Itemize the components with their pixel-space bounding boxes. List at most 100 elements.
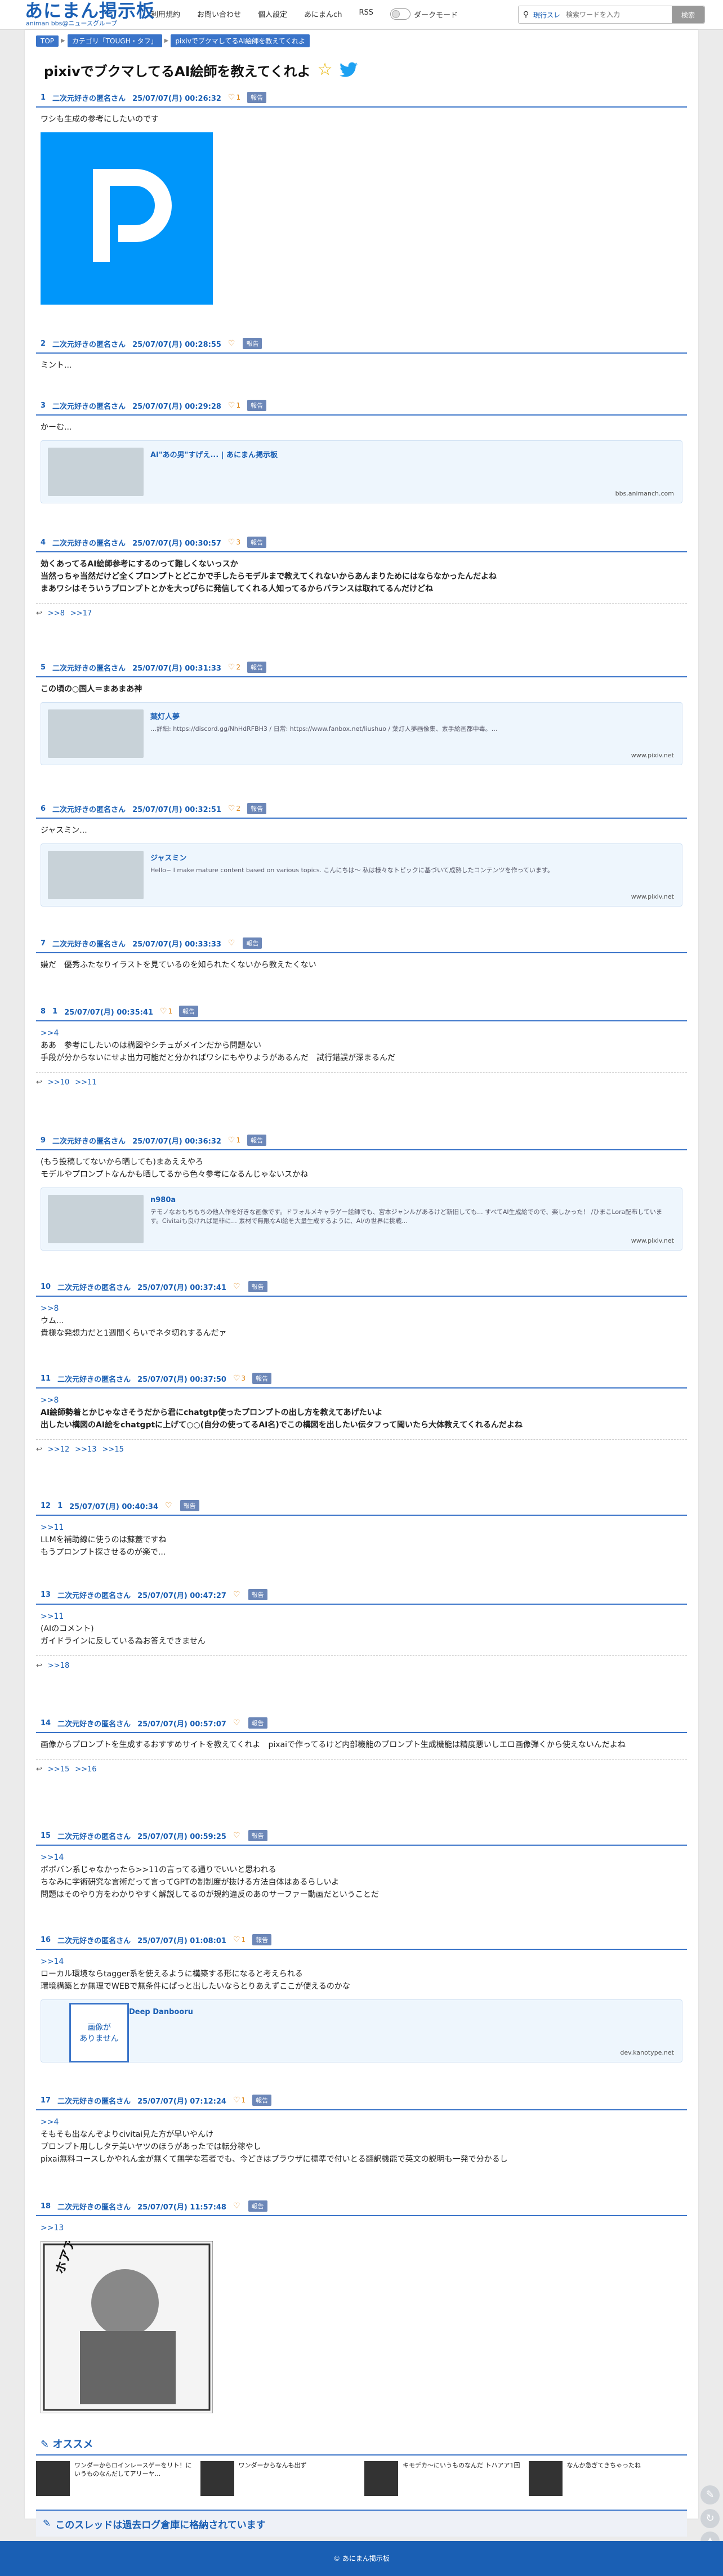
reply-anchor-link[interactable]: >>14 bbox=[41, 1851, 682, 1864]
favorite-star-icon[interactable]: ☆ bbox=[318, 61, 333, 78]
link-title[interactable]: ジャスミン bbox=[150, 852, 673, 863]
report-button[interactable]: 報告 bbox=[179, 1006, 199, 1017]
report-button[interactable]: 報告 bbox=[180, 1500, 199, 1511]
reply-anchor-link[interactable]: >>14 bbox=[41, 1956, 682, 1968]
like-button[interactable]: ♡ 3 bbox=[228, 538, 240, 547]
link-title[interactable]: AI"あの男"すげえ... | あにまん掲示板 bbox=[150, 449, 673, 459]
reply-link[interactable]: >>11 bbox=[75, 1078, 96, 1087]
post-image[interactable] bbox=[41, 132, 682, 307]
reply-link[interactable]: >>17 bbox=[70, 609, 92, 618]
refresh-floating-icon[interactable]: ↻ bbox=[700, 2509, 720, 2528]
like-button[interactable]: ♡ bbox=[165, 1501, 173, 1510]
reply-anchor-link[interactable]: >>8 bbox=[41, 1394, 682, 1407]
post-number[interactable]: 12 bbox=[41, 1502, 51, 1510]
search-button[interactable]: 検索 bbox=[672, 6, 704, 23]
post-number[interactable]: 14 bbox=[41, 1719, 51, 1727]
recommend-item[interactable]: キモデカ〜にいうものなんだ トハアア1回 bbox=[364, 2461, 523, 2496]
like-button[interactable]: ♡ bbox=[233, 1590, 242, 1599]
post-number[interactable]: 5 bbox=[41, 663, 46, 672]
report-button[interactable]: 報告 bbox=[243, 937, 262, 949]
like-button[interactable]: ♡ 3 bbox=[233, 1374, 246, 1383]
link-preview-card[interactable]: AI"あの男"すげえ... | あにまん掲示板 bbs.animanch.com bbox=[41, 440, 682, 503]
report-button[interactable]: 報告 bbox=[248, 2200, 267, 2212]
post-number[interactable]: 16 bbox=[41, 1936, 51, 1944]
reply-link[interactable]: >>13 bbox=[75, 1445, 96, 1454]
link-preview-card[interactable]: 葉灯人夢 …詳細: https://discord.gg/NhHdRFBH3 / … bbox=[41, 702, 682, 765]
link-preview-card[interactable]: 画像が ありません Deep Danbooru dev.kanotype.net bbox=[41, 1999, 682, 2062]
reply-anchor-link[interactable]: >>11 bbox=[41, 1521, 682, 1534]
post-number[interactable]: 3 bbox=[41, 401, 46, 410]
like-button[interactable]: ♡ bbox=[233, 1831, 242, 1840]
report-button[interactable]: 報告 bbox=[248, 1589, 267, 1600]
like-button[interactable]: ♡ bbox=[228, 939, 236, 948]
breadcrumb-top[interactable]: TOP bbox=[36, 35, 59, 47]
recommend-item[interactable]: なんか急ぎてきちゃったね bbox=[528, 2461, 688, 2496]
link-preview-card[interactable]: n980a テモノなおもちもちの他人作を好きな画像です。ドフォルメキャラゲー絵師で… bbox=[41, 1187, 682, 1251]
like-button[interactable]: ♡ bbox=[233, 1718, 242, 1727]
reply-link[interactable]: >>8 bbox=[48, 609, 65, 618]
dark-mode-toggle[interactable]: ダークモード bbox=[390, 8, 458, 20]
report-button[interactable]: 報告 bbox=[248, 1717, 267, 1729]
link-preview-card[interactable]: ジャスミン Hello~ I make mature content based … bbox=[41, 843, 682, 907]
report-button[interactable]: 報告 bbox=[247, 662, 267, 673]
link-title[interactable]: n980a bbox=[150, 1196, 673, 1204]
reply-anchor-link[interactable]: >>11 bbox=[41, 1610, 682, 1623]
post-number[interactable]: 2 bbox=[41, 340, 46, 348]
link-title[interactable]: Deep Danbooru bbox=[129, 2008, 673, 2016]
like-button[interactable]: ♡ 1 bbox=[160, 1007, 172, 1016]
report-button[interactable]: 報告 bbox=[252, 2095, 272, 2106]
site-logo[interactable]: あにまん掲示板 animan bbs@ニュースグループ bbox=[25, 1, 155, 27]
nav-animanch[interactable]: あにまんch bbox=[304, 8, 342, 20]
breadcrumb-thread[interactable]: pixivでブクマしてるAI絵師を教えてくれよ bbox=[171, 34, 310, 47]
report-button[interactable]: 報告 bbox=[247, 803, 267, 814]
post-number[interactable]: 9 bbox=[41, 1136, 46, 1145]
post-number[interactable]: 1 bbox=[41, 93, 46, 102]
search-input[interactable] bbox=[565, 10, 658, 19]
report-button[interactable]: 報告 bbox=[247, 400, 267, 411]
nav-terms[interactable]: 利用規約 bbox=[151, 8, 180, 20]
like-button[interactable]: ♡ 1 bbox=[233, 1935, 246, 1944]
report-button[interactable]: 報告 bbox=[247, 537, 267, 548]
like-button[interactable]: ♡ 1 bbox=[228, 1136, 240, 1145]
post-number[interactable]: 8 bbox=[41, 1007, 46, 1016]
post-number[interactable]: 6 bbox=[41, 805, 46, 813]
reply-anchor-link[interactable]: >>4 bbox=[41, 1027, 682, 1039]
reply-link[interactable]: >>15 bbox=[48, 1765, 69, 1774]
reply-link[interactable]: >>12 bbox=[48, 1445, 69, 1454]
like-button[interactable]: ♡ bbox=[228, 339, 236, 348]
reply-link[interactable]: >>15 bbox=[102, 1445, 124, 1454]
nav-settings[interactable]: 個人設定 bbox=[258, 8, 287, 20]
twitter-share-icon[interactable] bbox=[339, 62, 358, 78]
report-button[interactable]: 報告 bbox=[247, 92, 267, 103]
report-button[interactable]: 報告 bbox=[252, 1934, 272, 1945]
post-number[interactable]: 15 bbox=[41, 1832, 51, 1840]
toggle-track[interactable] bbox=[390, 8, 410, 20]
recommend-item[interactable]: ワンダーからロインレースゲーをリト！にいうものなんだしてアリーヤ... bbox=[36, 2461, 195, 2496]
link-title[interactable]: 葉灯人夢 bbox=[150, 711, 673, 721]
like-button[interactable]: ♡ 1 bbox=[228, 401, 240, 410]
reply-anchor-link[interactable]: >>13 bbox=[41, 2222, 682, 2234]
post-number[interactable]: 11 bbox=[41, 1374, 51, 1383]
post-number[interactable]: 10 bbox=[41, 1283, 51, 1291]
reply-anchor-link[interactable]: >>4 bbox=[41, 2116, 682, 2128]
pixiv-logo-image[interactable] bbox=[41, 132, 213, 305]
like-button[interactable]: ♡ bbox=[233, 2202, 242, 2211]
post-image[interactable]: ホアアァ bbox=[40, 2225, 682, 2416]
post-number[interactable]: 4 bbox=[41, 538, 46, 547]
search-scope-select[interactable]: 現行スレ bbox=[533, 10, 565, 20]
breadcrumb-category[interactable]: カテゴリ「TOUGH・タフ」 bbox=[67, 34, 162, 47]
edit-floating-icon[interactable]: ✎ bbox=[700, 2485, 720, 2504]
nav-contact[interactable]: お問い合わせ bbox=[197, 8, 241, 20]
report-button[interactable]: 報告 bbox=[248, 1281, 267, 1292]
like-button[interactable]: ♡ 1 bbox=[228, 93, 240, 102]
like-button[interactable]: ♡ 1 bbox=[233, 2096, 246, 2105]
report-button[interactable]: 報告 bbox=[243, 338, 262, 349]
reply-link[interactable]: >>16 bbox=[75, 1765, 96, 1774]
manga-panel-image[interactable]: ホアアァ bbox=[40, 2225, 213, 2414]
post-number[interactable]: 18 bbox=[41, 2202, 51, 2211]
post-number[interactable]: 7 bbox=[41, 939, 46, 948]
post-number[interactable]: 17 bbox=[41, 2096, 51, 2105]
like-button[interactable]: ♡ bbox=[233, 1282, 242, 1291]
like-button[interactable]: ♡ 2 bbox=[228, 663, 240, 672]
reply-link[interactable]: >>18 bbox=[48, 1662, 69, 1670]
